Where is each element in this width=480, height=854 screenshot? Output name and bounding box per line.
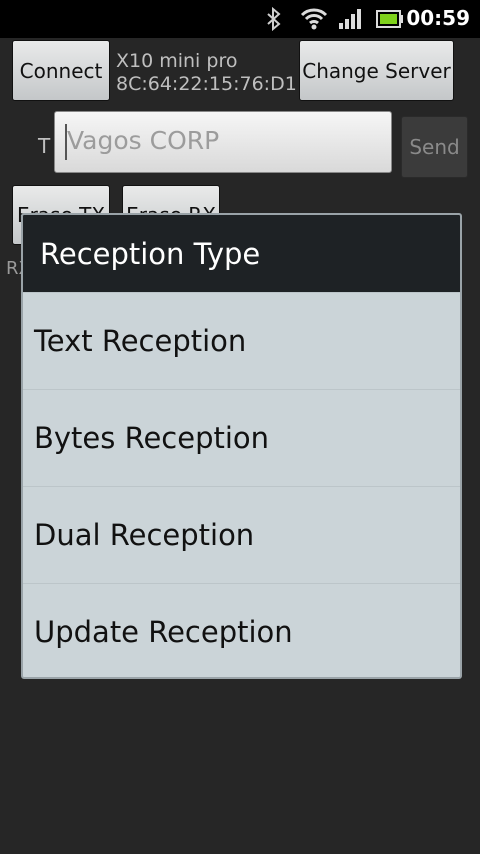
status-bar: 00:59 <box>0 0 480 38</box>
signal-strength-icon <box>339 9 361 29</box>
tx-label: T <box>38 134 51 158</box>
device-info: X10 mini pro 8C:64:22:15:76:D1 <box>116 50 297 96</box>
dialog-item-text-reception[interactable]: Text Reception <box>23 292 460 389</box>
send-button[interactable]: Send <box>401 116 468 178</box>
dialog-item-bytes-reception[interactable]: Bytes Reception <box>23 389 460 486</box>
reception-type-dialog: Reception Type Text Reception Bytes Rece… <box>21 213 462 679</box>
battery-icon <box>376 10 403 28</box>
connect-button[interactable]: Connect <box>12 40 110 101</box>
change-server-button[interactable]: Change Server <box>299 40 454 101</box>
dialog-item-update-reception[interactable]: Update Reception <box>23 583 460 677</box>
clock: 00:59 <box>406 6 470 30</box>
message-input[interactable]: Vagos CORP <box>54 111 392 173</box>
dialog-item-dual-reception[interactable]: Dual Reception <box>23 486 460 583</box>
device-mac: 8C:64:22:15:76:D1 <box>116 73 297 95</box>
device-name: X10 mini pro <box>116 50 238 72</box>
dialog-title: Reception Type <box>23 215 460 292</box>
wifi-icon <box>300 8 328 30</box>
message-input-text: Vagos CORP <box>67 126 220 155</box>
bluetooth-icon <box>267 7 281 31</box>
